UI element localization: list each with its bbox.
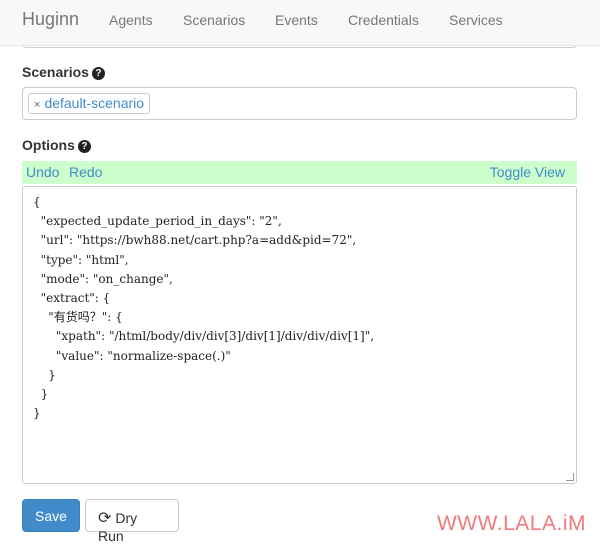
undo-link[interactable]: Undo bbox=[26, 164, 59, 180]
nav-agents[interactable]: Agents bbox=[109, 12, 153, 28]
toggle-view-link[interactable]: Toggle View bbox=[490, 164, 565, 180]
nav-events[interactable]: Events bbox=[275, 12, 318, 28]
editor-toolbar: Undo Redo Toggle View bbox=[22, 161, 577, 184]
options-json-text: { "expected_update_period_in_days": "2",… bbox=[33, 195, 375, 421]
refresh-icon: ⟳ bbox=[98, 510, 112, 527]
resize-handle[interactable] bbox=[566, 473, 574, 481]
dry-run-button[interactable]: ⟳ Dry Run bbox=[85, 499, 179, 544]
navbar: Huginn Agents Scenarios Events Credentia… bbox=[0, 0, 600, 46]
scenarios-select[interactable]: × default-scenario bbox=[22, 87, 577, 120]
remove-tag-icon[interactable]: × bbox=[34, 99, 40, 111]
nav-credentials[interactable]: Credentials bbox=[348, 12, 419, 28]
watermark: WWW.LALA.iM bbox=[436, 512, 586, 535]
scenario-tag-label: default-scenario bbox=[44, 95, 145, 111]
scenario-tag: × default-scenario bbox=[28, 93, 151, 114]
options-json-editor[interactable]: { "expected_update_period_in_days": "2",… bbox=[22, 186, 577, 484]
options-label-text: Options bbox=[22, 137, 75, 153]
brand-logo[interactable]: Huginn bbox=[22, 9, 79, 30]
scenarios-label-text: Scenarios bbox=[22, 64, 89, 80]
scenarios-label: Scenarios? bbox=[22, 64, 105, 80]
help-icon[interactable]: ? bbox=[91, 67, 105, 80]
help-icon[interactable]: ? bbox=[77, 140, 91, 153]
nav-scenarios[interactable]: Scenarios bbox=[183, 12, 245, 28]
options-label: Options? bbox=[22, 137, 91, 153]
redo-link[interactable]: Redo bbox=[69, 164, 102, 180]
nav-services[interactable]: Services bbox=[449, 12, 503, 28]
save-button[interactable]: Save bbox=[22, 499, 80, 532]
